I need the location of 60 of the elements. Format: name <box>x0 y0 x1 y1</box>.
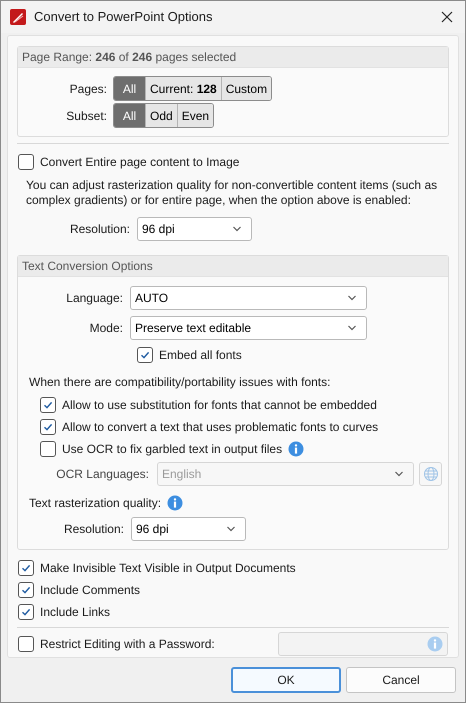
field-label: Subset: <box>65 108 108 124</box>
close-icon[interactable] <box>441 11 453 23</box>
checkmark-icon <box>21 585 31 595</box>
checkbox-label: Include Links <box>40 604 110 621</box>
group-header: Text Conversion Options <box>18 256 448 277</box>
checkbox-label: Make Invisible Text Visible in Output Documents <box>40 560 296 577</box>
app-icon <box>10 9 26 25</box>
dialog-button[interactable]: Cancel <box>346 667 456 693</box>
segment-button[interactable]: Odd <box>145 104 177 127</box>
window-title: Convert to PowerPoint Options <box>34 8 212 26</box>
checkmark-icon <box>43 400 53 410</box>
field-label: OCR Languages: <box>55 466 150 483</box>
checkbox-label: Embed all fonts <box>159 347 242 364</box>
field-label: Resolution: <box>62 521 125 538</box>
segment-button[interactable]: Current: 128 <box>145 77 221 100</box>
chevron-down-icon <box>347 325 357 331</box>
checkbox[interactable] <box>18 154 34 170</box>
checkbox-label: Include Comments <box>40 582 140 599</box>
chevron-down-icon <box>226 526 236 532</box>
fonts-note: When there are compatibility/portability issues with fonts: <box>28 374 332 391</box>
quality-label: Text rasterization quality: <box>29 495 162 512</box>
checkbox[interactable] <box>18 636 34 652</box>
info-icon <box>167 495 184 511</box>
checkbox[interactable] <box>18 604 34 620</box>
checkbox[interactable] <box>18 560 34 576</box>
checkmark-icon <box>140 350 150 360</box>
group-header: Page Range: 246 of 246 pages selected <box>18 47 448 68</box>
dropdown[interactable]: 96 dpi <box>131 517 246 541</box>
checkmark-icon <box>43 422 53 432</box>
info-icon <box>427 636 443 652</box>
field-label: Resolution: <box>68 221 131 238</box>
checkbox-label: Allow to use substitution for fonts that cannot be embedded <box>62 397 377 414</box>
field-label: Mode: <box>88 320 124 337</box>
dropdown[interactable]: Preserve text editable <box>130 316 367 340</box>
checkbox[interactable] <box>18 582 34 598</box>
checkbox[interactable] <box>137 347 153 363</box>
checkbox[interactable] <box>40 419 56 435</box>
dialog-button[interactable]: OK <box>231 667 341 693</box>
checkbox[interactable] <box>40 441 56 457</box>
checkbox-label: Allow to convert a text that uses problematic fonts to curves <box>62 419 378 436</box>
segment-button[interactable]: Even <box>176 104 214 127</box>
field-label: Language: <box>65 290 124 307</box>
checkbox-label: Restrict Editing with a Password: <box>40 636 215 653</box>
checkmark-icon <box>21 563 31 573</box>
password-field[interactable] <box>278 632 448 656</box>
segment-button[interactable]: All <box>114 77 145 100</box>
chevron-down-icon <box>394 471 404 477</box>
checkbox[interactable] <box>40 397 56 413</box>
chevron-down-icon <box>232 226 242 232</box>
segment-button[interactable]: Custom <box>220 77 272 100</box>
dropdown[interactable]: AUTO <box>130 286 367 310</box>
chevron-down-icon <box>347 295 357 301</box>
checkbox-label: Use OCR to fix garbled text in output files <box>62 441 282 458</box>
checkbox-label: Convert Entire page content to Image <box>40 154 240 171</box>
checkmark-icon <box>21 607 31 617</box>
field-label: Pages: <box>68 80 108 98</box>
dropdown[interactable]: 96 dpi <box>137 217 252 241</box>
globe-icon <box>422 466 438 482</box>
segment-button[interactable]: All <box>114 104 145 127</box>
rasterization-note: You can adjust rasterization quality for non-convertible content items (such as complex gradients) or for entire page, when the option above is enabled: <box>25 178 438 208</box>
